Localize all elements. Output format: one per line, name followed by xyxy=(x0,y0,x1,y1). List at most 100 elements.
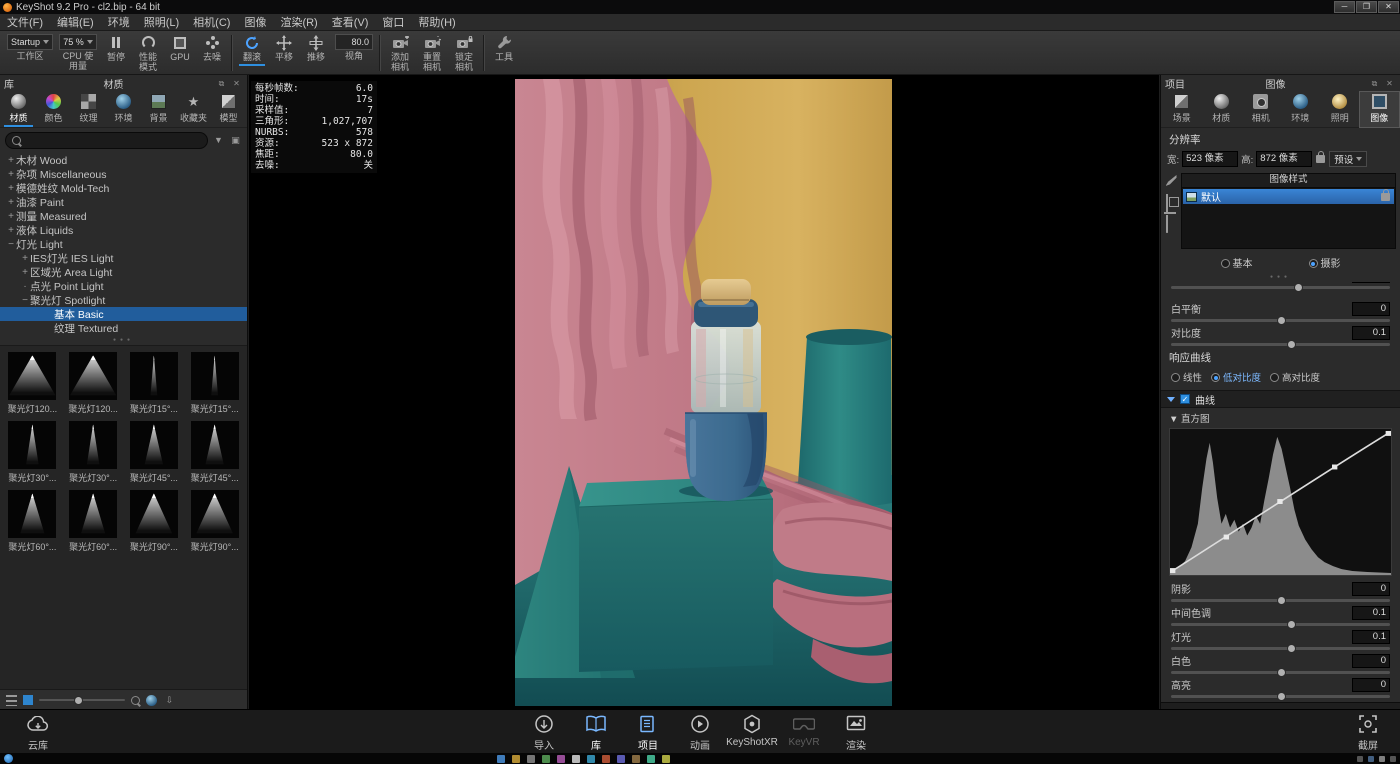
tools-button[interactable]: 工具 xyxy=(491,34,517,63)
tray-icon[interactable] xyxy=(1390,756,1396,762)
curve-checkbox[interactable]: ✓ xyxy=(1180,394,1190,404)
preset-dropdown[interactable]: 预设 xyxy=(1329,151,1367,167)
tree-item-liquids[interactable]: +液体 Liquids xyxy=(0,223,247,237)
folder-options-icon[interactable]: ▣ xyxy=(229,135,242,146)
mode-photographic-radio[interactable]: 摄影 xyxy=(1309,255,1341,270)
tab-material[interactable]: 材质 xyxy=(1202,92,1242,127)
material-thumbnail[interactable]: 聚光灯90°... xyxy=(126,490,183,553)
grid-view-icon[interactable] xyxy=(23,695,33,705)
shadows-slider[interactable] xyxy=(1171,599,1390,602)
performance-mode-button[interactable]: 性能模式 xyxy=(135,34,161,72)
contrast-slider[interactable] xyxy=(1171,343,1390,346)
reset-camera-button[interactable]: 重置相机 xyxy=(419,34,445,72)
delete-style-icon[interactable] xyxy=(1166,215,1168,233)
undock-panel-icon[interactable]: ⧉ xyxy=(215,77,228,90)
shadows-value[interactable]: 0 xyxy=(1352,582,1390,596)
list-view-icon[interactable] xyxy=(6,695,17,706)
keyshotxr-button[interactable]: KeyShotXR xyxy=(726,713,778,750)
menu-item-window[interactable]: 窗口 xyxy=(375,14,411,30)
menu-item-help[interactable]: 帮助(H) xyxy=(411,14,462,30)
image-style-item-default[interactable]: 默认 xyxy=(1183,189,1394,204)
close-button[interactable]: ✕ xyxy=(1378,1,1399,13)
material-thumbnail[interactable]: 聚光灯120... xyxy=(65,352,122,415)
material-thumbnail[interactable]: 聚光灯60°... xyxy=(4,490,61,553)
tab-environments[interactable]: 环境 xyxy=(106,92,141,127)
tree-item-measured[interactable]: +测量 Measured xyxy=(0,209,247,223)
tab-materials[interactable]: 材质 xyxy=(1,92,36,127)
panel-splitter-handle[interactable]: ●●● xyxy=(1161,272,1400,282)
white-balance-slider[interactable] xyxy=(1171,319,1390,322)
dolly-tool-button[interactable]: 推移 xyxy=(303,34,329,63)
taskbar-icon[interactable] xyxy=(662,755,670,763)
curve-section-bar[interactable]: ✓ 曲线 xyxy=(1161,390,1400,408)
pan-tool-button[interactable]: 平移 xyxy=(271,34,297,63)
menu-item-render[interactable]: 渲染(R) xyxy=(273,14,324,30)
tree-item-wood[interactable]: +木材 Wood xyxy=(0,153,247,167)
tree-item-point-light[interactable]: ·点光 Point Light xyxy=(0,279,247,293)
add-camera-button[interactable]: 添加相机 xyxy=(387,34,413,72)
white-balance-value[interactable]: 0 xyxy=(1352,302,1390,316)
denoise-button[interactable]: 去噪 xyxy=(199,34,225,63)
import-asset-icon[interactable]: ⇩ xyxy=(163,695,176,706)
tab-backplates[interactable]: 背景 xyxy=(141,92,176,127)
filter-icon[interactable]: ▼ xyxy=(212,135,225,146)
tab-lighting[interactable]: 照明 xyxy=(1320,92,1360,127)
cloud-library-button[interactable]: 云库 xyxy=(12,713,64,754)
project-button[interactable]: 项目 xyxy=(622,713,674,756)
taskbar-icon[interactable] xyxy=(572,755,580,763)
taskbar-icon[interactable] xyxy=(557,755,565,763)
material-thumbnail[interactable]: 聚光灯45°... xyxy=(186,421,243,484)
tab-environment[interactable]: 环境 xyxy=(1281,92,1321,127)
whites-slider[interactable] xyxy=(1171,671,1390,674)
library-search[interactable] xyxy=(5,132,208,149)
tree-item-paint[interactable]: +油漆 Paint xyxy=(0,195,247,209)
midtones-value[interactable]: 0.1 xyxy=(1352,606,1390,620)
material-thumbnail[interactable]: 聚光灯120... xyxy=(4,352,61,415)
material-thumbnail[interactable]: 聚光灯30°... xyxy=(65,421,122,484)
search-input[interactable] xyxy=(25,134,201,147)
histogram-curve-editor[interactable] xyxy=(1169,428,1392,576)
tree-item-basic[interactable]: 基本 Basic xyxy=(0,307,247,321)
taskbar-icon[interactable] xyxy=(632,755,640,763)
taskbar-icon[interactable] xyxy=(512,755,520,763)
zoom-icon[interactable] xyxy=(131,696,140,705)
animation-button[interactable]: 动画 xyxy=(674,713,726,754)
material-thumbnail[interactable]: 聚光灯45°... xyxy=(126,421,183,484)
menu-item-environment[interactable]: 环境 xyxy=(101,14,137,30)
tab-image[interactable]: 图像 xyxy=(1360,92,1400,127)
library-button[interactable]: 库 xyxy=(570,713,622,756)
tray-icon[interactable] xyxy=(1368,756,1374,762)
tab-colors[interactable]: 颜色 xyxy=(36,92,71,127)
import-button[interactable]: 导入 xyxy=(518,713,570,754)
linear-radio[interactable]: 线性 xyxy=(1171,370,1202,384)
histogram-label[interactable]: ▼ 直方图 xyxy=(1161,408,1400,426)
tree-item-area-light[interactable]: +区域光 Area Light xyxy=(0,265,247,279)
material-thumbnail[interactable]: 聚光灯15°... xyxy=(126,352,183,415)
menu-item-lighting[interactable]: 照明(L) xyxy=(137,14,186,30)
keyvr-button[interactable]: KeyVR xyxy=(778,713,830,750)
exposure-slider[interactable] xyxy=(1171,286,1390,289)
tray-icon[interactable] xyxy=(1379,756,1385,762)
tree-item-ies-light[interactable]: +IES灯光 IES Light xyxy=(0,251,247,265)
cpu-usage-selector[interactable]: 75 % CPU 使用量 xyxy=(59,34,97,71)
tumble-tool-button[interactable]: 翻滚 xyxy=(239,34,265,63)
workspace-selector[interactable]: Startup 工作区 xyxy=(7,34,53,62)
minimize-button[interactable]: ─ xyxy=(1334,1,1355,13)
highlights-value[interactable]: 0 xyxy=(1352,678,1390,692)
mode-basic-radio[interactable]: 基本 xyxy=(1221,255,1253,270)
gpu-button[interactable]: GPU xyxy=(167,34,193,63)
width-field[interactable]: 523 像素 xyxy=(1182,151,1238,167)
high-contrast-radio[interactable]: 高对比度 xyxy=(1270,370,1320,384)
material-thumbnail[interactable]: 聚光灯90°... xyxy=(186,490,243,553)
tree-item-spotlight[interactable]: −聚光灯 Spotlight xyxy=(0,293,247,307)
lock-camera-button[interactable]: 锁定相机 xyxy=(451,34,477,72)
menu-item-file[interactable]: 文件(F) xyxy=(0,14,50,30)
screenshot-button[interactable]: 截屏 xyxy=(1342,713,1394,754)
tree-item-light[interactable]: −灯光 Light xyxy=(0,237,247,251)
close-panel-icon[interactable]: ✕ xyxy=(1383,77,1396,90)
tab-scene[interactable]: 场景 xyxy=(1162,92,1202,127)
taskbar-icon[interactable] xyxy=(602,755,610,763)
material-thumbnail[interactable]: 聚光灯30°... xyxy=(4,421,61,484)
style-lock-icon[interactable] xyxy=(1381,193,1390,201)
highlights-slider[interactable] xyxy=(1171,695,1390,698)
